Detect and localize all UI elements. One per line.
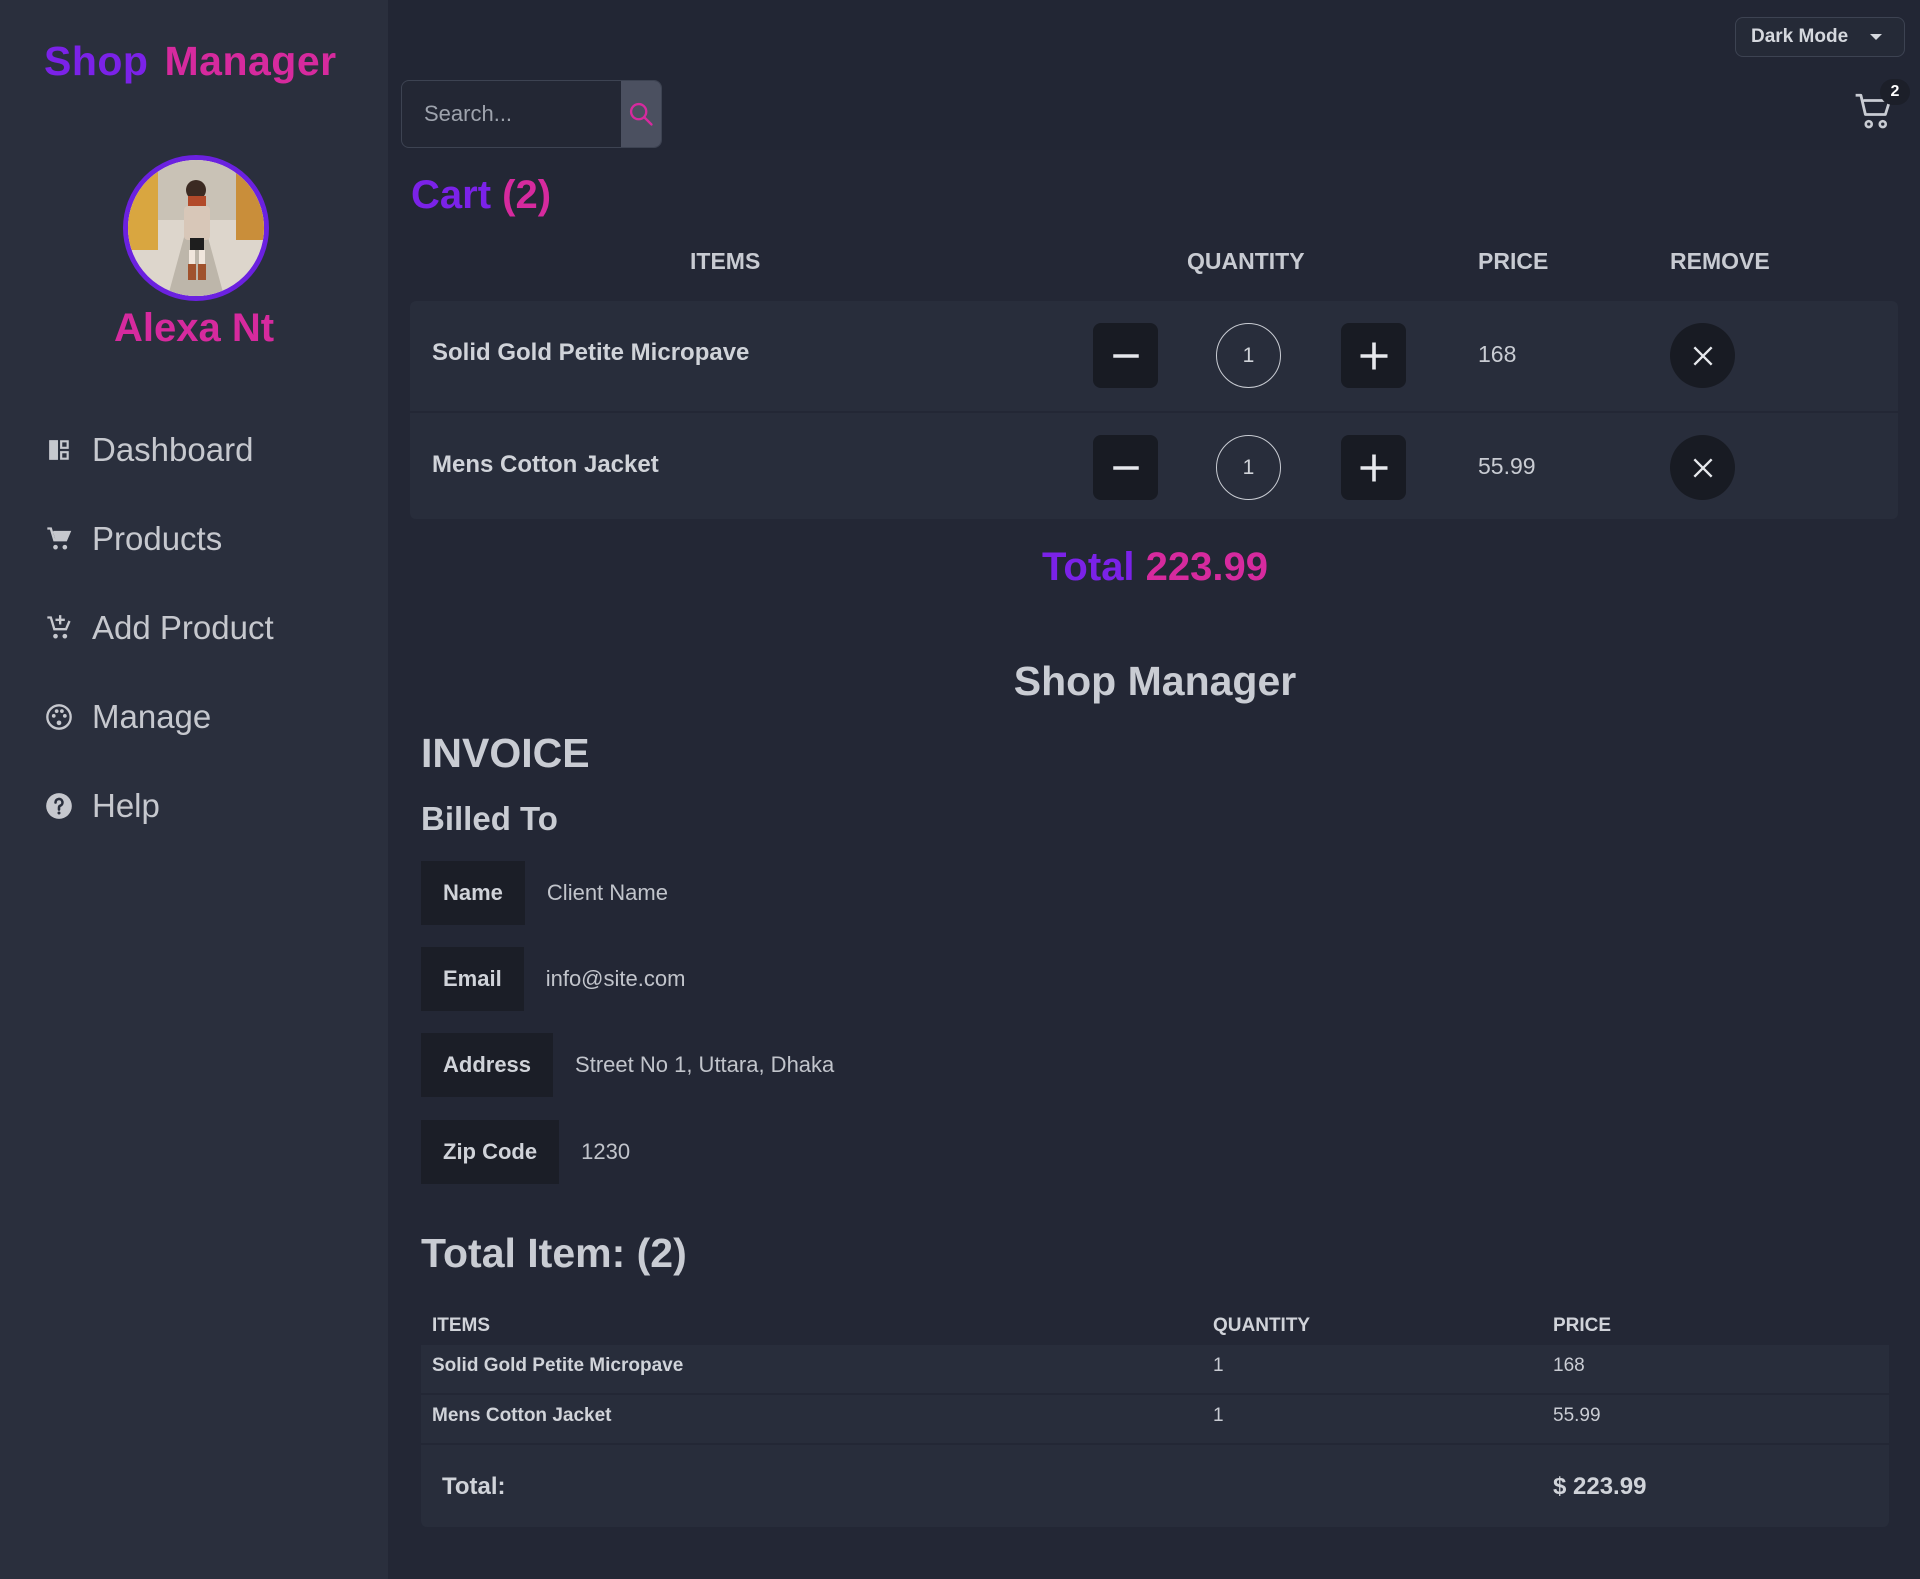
cart-header-remove: REMOVE — [1670, 248, 1770, 274]
quantity-value: 1 — [1216, 323, 1281, 388]
invoice-brand: Shop Manager — [1013, 658, 1297, 704]
cart-title: Cart (2) — [411, 173, 551, 218]
cart-title-count: (2) — [502, 173, 552, 217]
invoice-header-items: ITEMS — [432, 1315, 491, 1336]
quantity-value: 1 — [1216, 435, 1281, 500]
decrease-quantity-button[interactable] — [1093, 323, 1158, 388]
palette-icon — [44, 702, 74, 732]
decrease-quantity-button[interactable] — [1093, 435, 1158, 500]
search-icon — [629, 102, 653, 126]
cart-title-label: Cart — [411, 173, 492, 217]
invoice-header-price: PRICE — [1553, 1315, 1612, 1336]
sidebar: Shop Manager Alexa Nt Dashboard Products… — [0, 0, 388, 1579]
plus-icon — [1360, 342, 1387, 369]
sidebar-item-label: Help — [92, 786, 160, 824]
cart-header-items: ITEMS — [690, 248, 761, 274]
sidebar-item-label: Dashboard — [92, 430, 254, 468]
cart-row: Mens Cotton Jacket 1 55.99 — [410, 411, 1898, 521]
help-icon — [44, 791, 74, 821]
invoice-item-name: Mens Cotton Jacket — [432, 1405, 612, 1426]
close-icon — [1692, 345, 1713, 366]
billed-to-heading: Billed To — [421, 800, 558, 837]
minus-icon — [1112, 465, 1139, 470]
increase-quantity-button[interactable] — [1341, 435, 1406, 500]
sidebar-item-label: Add Product — [92, 608, 274, 646]
cart-count-badge: 2 — [1880, 79, 1910, 105]
table-row: Solid Gold Petite Micropave 1 168 — [421, 1345, 1889, 1395]
user-name: Alexa Nt — [113, 306, 275, 350]
invoice-item-name: Solid Gold Petite Micropave — [432, 1355, 684, 1376]
add-cart-icon — [44, 613, 74, 643]
theme-select[interactable]: Dark Mode — [1735, 17, 1905, 57]
cart-total-value: 223.99 — [1145, 545, 1269, 589]
theme-select-value: Dark Mode — [1751, 26, 1849, 47]
cart-total-label: Total — [1041, 545, 1135, 589]
address-field-label: Address — [421, 1033, 554, 1097]
invoice-title: INVOICE — [421, 730, 590, 776]
name-field-label: Name — [421, 861, 525, 925]
invoice-total-value: $ 223.99 — [1553, 1473, 1647, 1500]
brand-word-1: Shop — [44, 38, 149, 84]
zip-code-field-value[interactable]: 1230 — [581, 1139, 630, 1165]
invoice-item-price: 168 — [1553, 1355, 1585, 1376]
cart-total: Total 223.99 — [0, 545, 1920, 590]
minus-icon — [1112, 353, 1139, 358]
address-field-value[interactable]: Street No 1, Uttara, Dhaka — [575, 1052, 834, 1078]
invoice-total-row: Total: $ 223.99 — [421, 1445, 1889, 1527]
cart-items: Solid Gold Petite Micropave 1 168 Mens C… — [410, 301, 1898, 519]
search-button[interactable] — [621, 81, 661, 147]
remove-item-button[interactable] — [1670, 323, 1735, 388]
search-bar — [401, 80, 662, 148]
search-input[interactable] — [402, 81, 621, 147]
dashboard-icon — [44, 435, 74, 465]
invoice-item-price: 55.99 — [1553, 1405, 1601, 1426]
invoice-table: ITEMS QUANTITY PRICE Solid Gold Petite M… — [421, 1305, 1889, 1527]
name-field-value[interactable]: Client Name — [547, 880, 668, 906]
email-field: Email info@site.com — [421, 947, 685, 1011]
sidebar-item-help[interactable]: Help — [44, 761, 274, 850]
cart-header-quantity: QUANTITY — [1187, 248, 1305, 274]
invoice-total-label: Total: — [442, 1473, 506, 1500]
brand-logo[interactable]: Shop Manager — [44, 38, 337, 85]
avatar — [123, 155, 269, 301]
zip-code-field: Zip Code 1230 — [421, 1120, 630, 1184]
zip-code-field-label: Zip Code — [421, 1120, 560, 1184]
email-field-label: Email — [421, 947, 524, 1011]
total-items-heading: Total Item: (2) — [421, 1230, 687, 1276]
table-row: Mens Cotton Jacket 1 55.99 — [421, 1395, 1889, 1445]
increase-quantity-button[interactable] — [1341, 323, 1406, 388]
sidebar-item-dashboard[interactable]: Dashboard — [44, 405, 274, 494]
chevron-down-icon — [1870, 34, 1883, 40]
cart-item-name: Mens Cotton Jacket — [432, 451, 659, 478]
cart-row: Solid Gold Petite Micropave 1 168 — [410, 301, 1898, 409]
cart-item-name: Solid Gold Petite Micropave — [432, 339, 750, 366]
invoice-item-qty: 1 — [1213, 1355, 1224, 1376]
cart-item-price: 55.99 — [1478, 453, 1536, 479]
remove-item-button[interactable] — [1670, 435, 1735, 500]
sidebar-nav: Dashboard Products Add Product Manage He… — [44, 405, 274, 850]
name-field: Name Client Name — [421, 861, 668, 925]
invoice-header-quantity: QUANTITY — [1213, 1315, 1311, 1336]
avatar-photo — [128, 160, 264, 296]
plus-icon — [1360, 454, 1387, 481]
invoice-item-qty: 1 — [1213, 1405, 1224, 1426]
invoice-table-header: ITEMS QUANTITY PRICE — [421, 1305, 1889, 1345]
address-field: Address Street No 1, Uttara, Dhaka — [421, 1033, 834, 1097]
brand-word-2: Manager — [164, 38, 337, 84]
email-field-value[interactable]: info@site.com — [546, 966, 686, 992]
cart-item-price: 168 — [1478, 341, 1517, 367]
close-icon — [1692, 457, 1713, 478]
cart-header-price: PRICE — [1478, 248, 1549, 274]
